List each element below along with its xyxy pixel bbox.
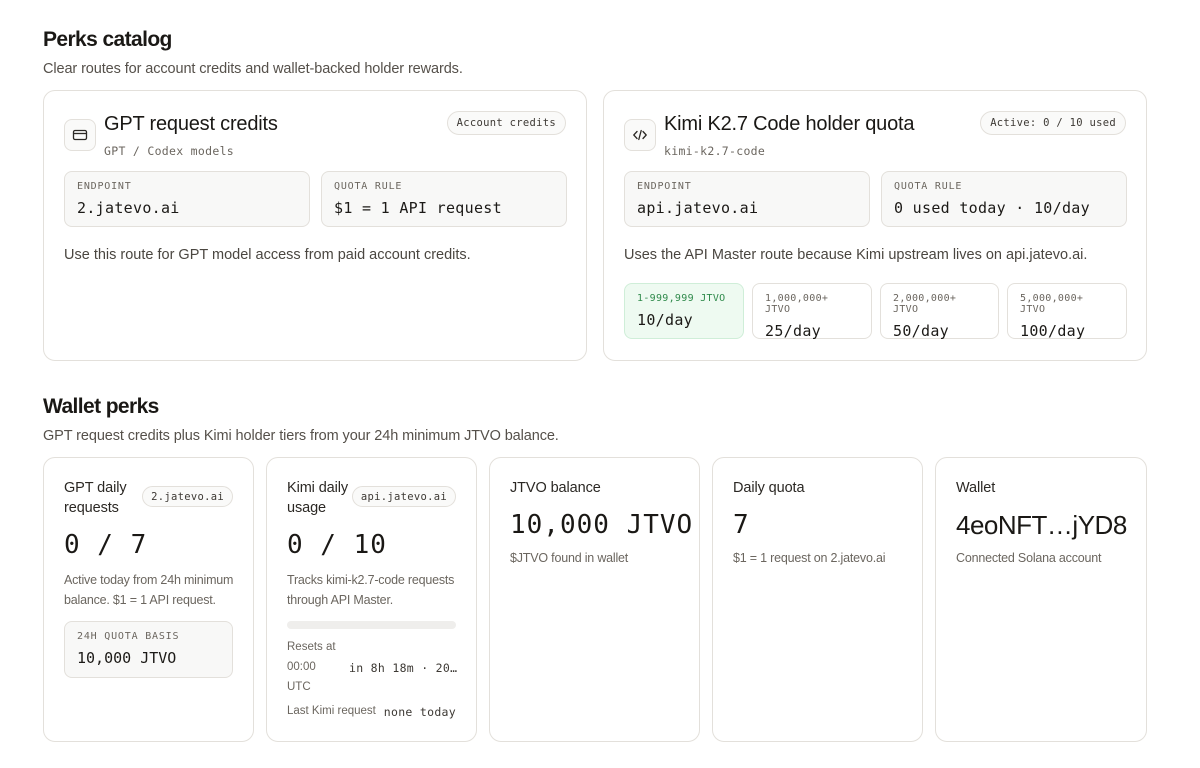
daily-quota-value: 7 [733,510,750,540]
kimi-daily-usage-card: Kimi daily usage api.jatevo.ai 0 / 10 Tr… [266,457,477,742]
daily-quota-card: Daily quota 7 $1 = 1 request on 2.jatevo… [712,457,923,742]
kimi-card-slug: kimi-k2.7-code [664,144,766,158]
tier-3: 2,000,000+ JTVO 50/day [880,283,999,340]
resets-time: 00:00 [287,661,316,673]
endpoint-label: ENDPOINT [77,181,132,192]
quota-rule-label: QUOTA RULE [894,181,963,192]
tier-4: 5,000,000+ JTVO 100/day [1007,283,1127,340]
jtvo-balance-desc: $JTVO found in wallet [510,551,629,565]
perks-catalog-subtitle: Clear routes for account credits and wal… [43,61,463,77]
last-request-value: none today [383,705,456,719]
wallet-desc: Connected Solana account [956,551,1102,565]
gpt-daily-requests-card: GPT daily requests 2.jatevo.ai 0 / 7 Act… [43,457,254,742]
tier-limit: 10/day [637,311,693,329]
resets-label: Resets at [287,641,336,653]
tier-range: 5,000,000+ JTVO [1020,293,1084,315]
daily-quota-title: Daily quota [733,480,805,496]
kimi-card-note: Uses the API Master route because Kimi u… [624,247,1088,263]
account-credits-badge: Account credits [446,111,566,135]
wallet-address[interactable]: 4eoNFT…jYD8 [956,510,1127,541]
endpoint-value: 2.jatevo.ai [77,199,180,217]
kimi-daily-title: Kimi daily usage [287,480,349,516]
quota-rule-label: QUOTA RULE [334,181,403,192]
gpt-card-slug: GPT / Codex models [104,144,235,158]
daily-quota-desc: $1 = 1 request on 2.jatevo.ai [733,551,886,565]
kimi-usage-progress-bar [287,621,456,629]
wallet-title: Wallet [956,480,996,496]
kimi-card-title: Kimi K2.7 Code holder quota [664,113,915,135]
tier-limit: 100/day [1020,322,1086,340]
last-request-label: Last Kimi request [287,705,376,717]
tier-limit: 50/day [893,322,949,340]
quota-rule-value: 0 used today · 10/day [894,199,1090,217]
jtvo-balance-title: JTVO balance [510,480,601,496]
kimi-daily-desc: Tracks kimi-k2.7-code requests through A… [287,573,455,607]
kimi-holder-quota-card: Kimi K2.7 Code holder quota kimi-k2.7-co… [603,90,1147,361]
kimi-quota-rule-box: QUOTA RULE 0 used today · 10/day [881,171,1127,227]
wallet-perks-title: Wallet perks [43,395,159,418]
code-icon [624,119,656,151]
quota-basis-box: 24H QUOTA BASIS 10,000 JTVO [64,621,233,678]
tier-range: 1,000,000+ JTVO [765,293,829,315]
gpt-request-credits-card: GPT request credits GPT / Codex models A… [43,90,587,361]
endpoint-label: ENDPOINT [637,181,692,192]
tier-range: 1-999,999 JTVO [637,293,726,304]
kimi-daily-value: 0 / 10 [287,530,387,560]
perks-catalog-title: Perks catalog [43,28,172,51]
gpt-daily-desc: Active today from 24h minimum balance. $… [64,573,234,607]
tier-2: 1,000,000+ JTVO 25/day [752,283,872,340]
resets-countdown: in 8h 18m · 20… [349,661,458,675]
tier-range: 2,000,000+ JTVO [893,293,957,315]
gpt-quota-rule-box: QUOTA RULE $1 = 1 API request [321,171,567,227]
credit-card-icon [64,119,96,151]
endpoint-value: api.jatevo.ai [637,199,759,217]
quota-rule-value: $1 = 1 API request [334,199,502,217]
kimi-endpoint-box: ENDPOINT api.jatevo.ai [624,171,870,227]
gpt-card-title: GPT request credits [104,113,278,135]
gpt-daily-value: 0 / 7 [64,530,148,560]
tier-limit: 25/day [765,322,821,340]
active-usage-badge: Active: 0 / 10 used [980,111,1126,135]
jtvo-balance-value: 10,000 JTVO [510,510,694,540]
resets-timezone: UTC [287,681,311,693]
gpt-card-note: Use this route for GPT model access from… [64,247,471,263]
gpt-daily-title: GPT daily requests [64,480,127,516]
quota-basis-label: 24H QUOTA BASIS [77,631,180,642]
wallet-perks-subtitle: GPT request credits plus Kimi holder tie… [43,428,559,444]
quota-basis-value: 10,000 JTVO [77,649,177,667]
wallet-card: Wallet 4eoNFT…jYD8 Connected Solana acco… [935,457,1147,742]
kimi-endpoint-badge: api.jatevo.ai [351,486,456,507]
gpt-endpoint-box: ENDPOINT 2.jatevo.ai [64,171,310,227]
tier-1: 1-999,999 JTVO 10/day [624,283,744,339]
jtvo-balance-card: JTVO balance 10,000 JTVO $JTVO found in … [489,457,700,742]
gpt-endpoint-badge: 2.jatevo.ai [142,486,233,507]
